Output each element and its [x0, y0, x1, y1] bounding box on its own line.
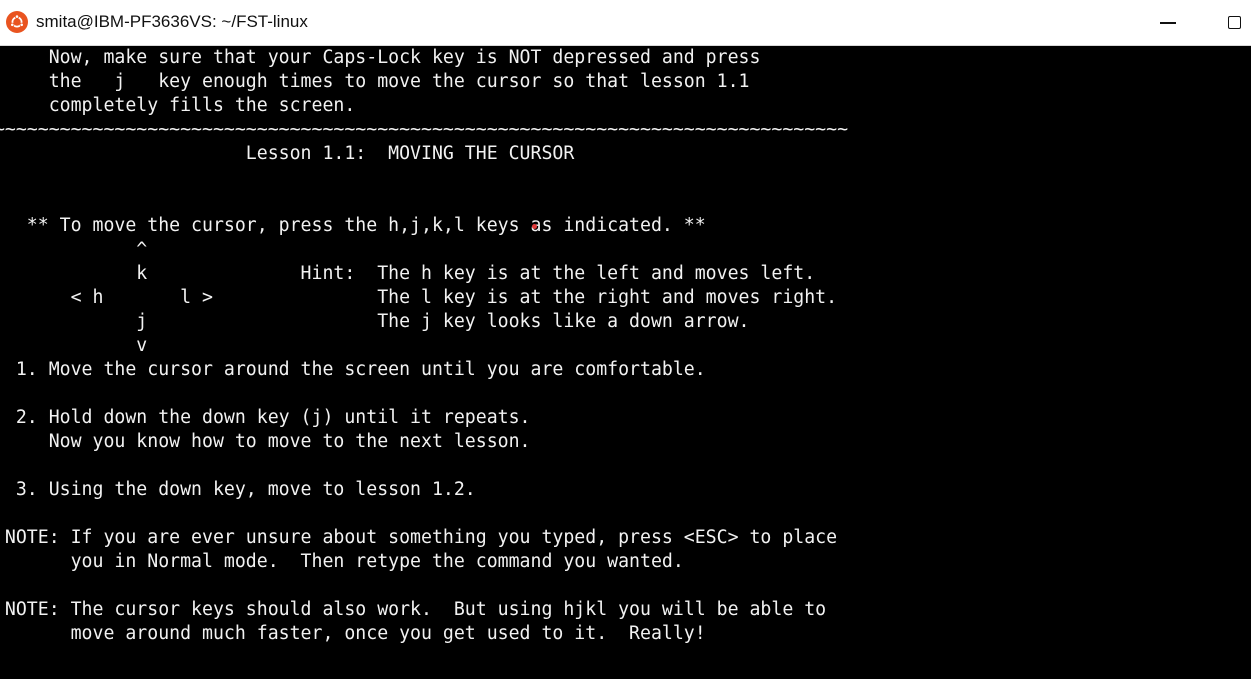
terminal-line: 3. Using the down key, move to lesson 1.… — [0, 479, 476, 500]
terminal-line: Now you know how to move to the next les… — [0, 431, 531, 452]
terminal-line: Lesson 1.1: MOVING THE CURSOR — [0, 143, 575, 164]
ubuntu-icon — [6, 11, 28, 33]
terminal-line: 2. Hold down the down key (j) until it r… — [0, 407, 531, 428]
title-bar[interactable]: smita@IBM-PF3636VS: ~/FST-linux — [0, 0, 1251, 46]
terminal-line: ~~~~~~~~~~~~~~~~~~~~~~~~~~~~~~~~~~~~~~~~… — [0, 119, 849, 140]
terminal-line: v — [136, 335, 148, 356]
maximize-icon — [1228, 16, 1241, 29]
terminal-line: NOTE: The cursor keys should also work. … — [0, 599, 827, 620]
terminal-line: Now, make sure that your Caps-Lock key i… — [0, 47, 761, 68]
maximize-button[interactable] — [1218, 8, 1251, 38]
terminal-line: < h l > The l key is at the right and mo… — [0, 287, 838, 308]
terminal-line: move around much faster, once you get us… — [0, 623, 706, 644]
terminal-line: j The j key looks like a down arrow. — [0, 311, 750, 332]
terminal-line: NOTE: If you are ever unsure about somet… — [0, 527, 838, 548]
terminal-line: 1. Move the cursor around the screen unt… — [0, 359, 706, 380]
terminal-line: you in Normal mode. Then retype the comm… — [0, 551, 684, 572]
window-title: smita@IBM-PF3636VS: ~/FST-linux — [36, 12, 308, 31]
cursor-dot — [532, 224, 537, 229]
terminal-area[interactable]: Now, make sure that your Caps-Lock key i… — [0, 46, 1251, 679]
minimize-icon — [1160, 22, 1176, 24]
terminal-line: completely fills the screen. — [0, 95, 356, 116]
terminal-window: smita@IBM-PF3636VS: ~/FST-linux Now, mak… — [0, 0, 1251, 679]
terminal-line: ^ — [136, 239, 148, 260]
terminal-line: k Hint: The h key is at the left and mov… — [0, 263, 816, 284]
terminal-line: ** To move the cursor, press the h,j,k,l… — [0, 215, 706, 236]
terminal-line: the j key enough times to move the curso… — [0, 71, 750, 92]
minimize-button[interactable] — [1152, 8, 1188, 38]
terminal-output: Now, make sure that your Caps-Lock key i… — [0, 46, 848, 646]
